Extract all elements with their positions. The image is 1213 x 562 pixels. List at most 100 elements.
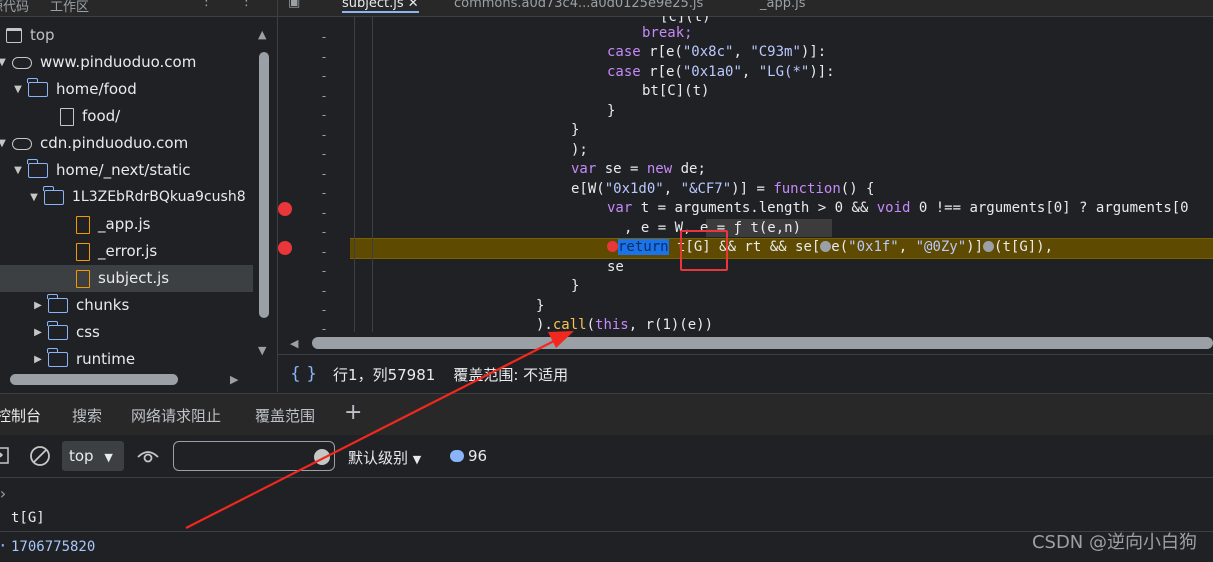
- code-line: var se = new de;: [571, 161, 706, 177]
- code-line: }: [607, 103, 616, 119]
- tree-item-build-id[interactable]: ▼ 1L3ZEbRdrBQkua9cush8: [28, 184, 246, 211]
- chevron-down-icon: ▼: [104, 451, 113, 464]
- context-selector[interactable]: top ▼: [62, 441, 124, 471]
- chevron-right-icon[interactable]: ▶: [32, 292, 44, 319]
- clear-filter-icon[interactable]: [314, 449, 330, 465]
- code-line: }: [571, 122, 580, 138]
- chevron-down-icon[interactable]: ▼: [12, 157, 24, 184]
- annotation-red-box: [680, 230, 728, 271]
- tab-subject-js[interactable]: subject.js ✕: [342, 0, 419, 13]
- line-gutter[interactable]: - - - - - - - - - - - - - - - -: [278, 16, 350, 336]
- inline-breakpoint-icon[interactable]: [983, 241, 995, 252]
- close-icon[interactable]: ✕: [408, 0, 419, 11]
- editor-status-bar: { } 行1，列57981 覆盖范围: 不适用: [278, 354, 1213, 393]
- scroll-up-icon[interactable]: ▲: [258, 28, 266, 41]
- scrollbar-thumb[interactable]: [312, 337, 1213, 349]
- log-level-dropdown[interactable]: 默认级别 ▼: [348, 447, 421, 468]
- folder-icon: [27, 159, 48, 178]
- inline-breakpoint-icon[interactable]: [607, 241, 618, 252]
- tab-sources[interactable]: 源代码: [0, 0, 29, 15]
- eye-icon[interactable]: [136, 448, 160, 464]
- code-line: ).call(this, r(1)(e)): [536, 317, 714, 332]
- folder-icon: [27, 78, 48, 97]
- scroll-left-icon[interactable]: ◀: [290, 337, 298, 350]
- chevron-right-icon[interactable]: ▶: [32, 319, 44, 346]
- console-input-line: t[G]: [11, 510, 45, 526]
- js-file-icon: [76, 215, 90, 234]
- filter-input[interactable]: [173, 441, 335, 471]
- tree-item-css[interactable]: ▶ css: [32, 319, 100, 346]
- code-area[interactable]: [c](t) break; case r[e("0x8c", "C93m")]:…: [350, 16, 1213, 332]
- prompt-chevron-icon: ›: [0, 484, 8, 503]
- pretty-print-icon[interactable]: { }: [290, 364, 317, 384]
- js-file-icon: [76, 269, 90, 288]
- console-result-value: 1706775820: [11, 539, 96, 555]
- code-line: case r[e("0x1a0", "LG(*")]:: [607, 64, 835, 80]
- scrollbar-thumb[interactable]: [10, 374, 178, 385]
- more-icon[interactable]: ⋮: [200, 0, 213, 9]
- tree-item-home-food[interactable]: ▼ home/food: [12, 76, 137, 103]
- inline-breakpoint-icon[interactable]: [820, 241, 832, 252]
- folder-icon: [43, 186, 64, 205]
- watermark: CSDN @逆向小白狗: [1031, 532, 1197, 553]
- tree-item-error-js[interactable]: _error.js: [76, 238, 157, 265]
- code-line: e[W("0x1d0", "&CF7")] = function() {: [571, 181, 875, 197]
- navigator-toggle-icon[interactable]: ▣: [288, 0, 300, 10]
- folder-icon: [47, 321, 68, 340]
- tab-workspace[interactable]: 工作区: [50, 0, 89, 15]
- chevron-down-icon[interactable]: ▼: [28, 184, 40, 211]
- chevron-right-icon[interactable]: ▶: [32, 346, 44, 373]
- code-line: );: [571, 142, 588, 158]
- tab-network-request-blocking[interactable]: 网络请求阻止: [131, 405, 221, 426]
- tab-coverage[interactable]: 覆盖范围: [255, 405, 315, 426]
- tab-commons-js[interactable]: commons.a0d73c4...a0d0125e9e25.js: [454, 0, 703, 11]
- tree-item-chunks[interactable]: ▶ chunks: [32, 292, 129, 319]
- tree-item-subject-js[interactable]: subject.js: [0, 265, 253, 292]
- tree-item-runtime[interactable]: ▶ runtime: [32, 346, 135, 373]
- tree-item-app-js[interactable]: _app.js: [76, 211, 151, 238]
- message-bubble-icon: [450, 450, 464, 462]
- breakpoint-marker[interactable]: [278, 241, 292, 255]
- chevron-down-icon: ▼: [412, 453, 422, 466]
- tree-item-top[interactable]: top: [6, 22, 55, 49]
- overflow-icon[interactable]: ⋮: [240, 0, 253, 9]
- tree-item-cdn-pinduoduo[interactable]: ▼cdn.pinduoduo.com: [0, 130, 188, 157]
- clear-console-icon[interactable]: [29, 445, 51, 467]
- breakpoint-marker[interactable]: [278, 202, 292, 216]
- tree-item-www-pinduoduo[interactable]: ▼www.pinduoduo.com: [0, 49, 196, 76]
- code-line: var t = arguments.length > 0 && void 0 !…: [607, 200, 1189, 216]
- chevron-down-icon[interactable]: ▼: [0, 49, 8, 76]
- editor-tabs: ▣ subject.js ✕ commons.a0d73c4...a0d0125…: [278, 0, 1213, 17]
- tab-search[interactable]: 搜索: [72, 405, 102, 426]
- editor-horizontal-scrollbar[interactable]: ◀: [278, 332, 1213, 354]
- chevron-down-icon[interactable]: ▼: [12, 76, 24, 103]
- code-line: }: [536, 298, 545, 314]
- folder-icon: [47, 294, 68, 313]
- tree-item-food[interactable]: food/: [60, 103, 120, 130]
- paused-code-line: return t[G] && rt && se[e("0x1f", "@0Zy"…: [607, 238, 1053, 258]
- tab-app-js[interactable]: _app.js: [760, 0, 806, 11]
- code-line: case r[e("0x8c", "C93m")]:: [607, 44, 827, 60]
- message-count[interactable]: 96: [450, 447, 487, 465]
- scrollbar-thumb[interactable]: [259, 52, 269, 318]
- navigator-tabs: 源代码 工作区 ⋮ ⋮: [0, 0, 277, 17]
- console-output[interactable]: › t[G] · 1706775820 CSDN @逆向小白狗: [0, 478, 1213, 562]
- code-line: break;: [642, 25, 693, 41]
- tab-console[interactable]: 控制台: [0, 405, 41, 426]
- scroll-down-icon[interactable]: ▼: [258, 344, 266, 357]
- drawer-tabs: 控制台 搜索 网络请求阻止 覆盖范围 +: [0, 393, 1213, 436]
- scroll-right-icon[interactable]: ▶: [230, 373, 238, 386]
- code-editor: ▣ subject.js ✕ commons.a0d73c4...a0d0125…: [278, 0, 1213, 392]
- chevron-down-icon[interactable]: ▼: [0, 130, 8, 157]
- cloud-icon: [12, 137, 32, 150]
- sidebar-toggle-icon[interactable]: [0, 447, 10, 465]
- folder-icon: [47, 348, 68, 367]
- tree-item-home-next-static[interactable]: ▼ home/_next/static: [12, 157, 191, 184]
- code-line: se: [607, 259, 624, 275]
- code-line: bt[C](t): [642, 83, 710, 99]
- add-tab-icon[interactable]: +: [344, 400, 362, 425]
- js-file-icon: [76, 242, 90, 261]
- cursor-position: 行1，列57981: [333, 365, 436, 384]
- tree-horizontal-scrollbar[interactable]: ▶: [0, 372, 260, 388]
- tree-vertical-scrollbar[interactable]: ▲ ▼: [257, 28, 271, 368]
